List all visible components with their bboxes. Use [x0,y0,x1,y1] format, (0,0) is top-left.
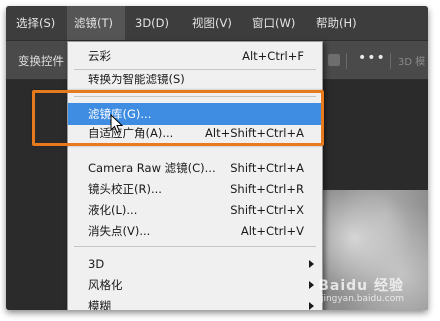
more-options-icon[interactable]: ••• [358,50,386,66]
menu-item-label: 消失点(V)... [88,224,151,238]
align-icon[interactable] [328,54,340,66]
toolbar-divider [346,53,347,69]
menu-item-shortcut: Alt+Ctrl+F [242,49,304,63]
menu-item-3d[interactable]: 3D [68,254,322,274]
menu-bar: 选择(S) 滤镜(T) 3D(D) 视图(V) 窗口(W) 帮助(H) [6,6,428,41]
menu-filter[interactable]: 滤镜(T) [67,6,125,40]
menu-item-vanishing-point[interactable]: 消失点(V)... Alt+Ctrl+V [68,221,322,241]
watermark-brand: Baidu 经验 [318,278,404,294]
menu-item-label: 液化(L)... [88,203,138,217]
menu-item-shortcut: Shift+Ctrl+A [230,161,304,175]
menu-view[interactable]: 视图(V) [192,6,232,40]
baidu-jingyan-watermark: Baidu 经验 jingyan.baidu.com [318,278,404,304]
menu-item-label: 镜头校正(R)... [88,182,162,196]
menu-item-camera-raw[interactable]: Camera Raw 滤镜(C)... Shift+Ctrl+A [68,158,322,178]
filter-menu-dropdown: 云彩 Alt+Ctrl+F 转换为智能滤镜(S) 滤镜库(G)... 自适应广角… [67,41,323,310]
menu-item-stylize[interactable]: 风格化 [68,275,322,295]
menu-separator [74,69,316,70]
3d-mode-button[interactable]: 3D 模 [398,53,425,68]
menu-item-clouds[interactable]: 云彩 Alt+Ctrl+F [68,46,322,66]
menu-item-convert-smart-filter[interactable]: 转换为智能滤镜(S) [68,74,322,88]
menu-item-label: 模糊 [88,299,111,310]
transform-controls-label[interactable]: 变换控件 [18,53,64,69]
mouse-pointer-icon [110,114,124,134]
menu-item-label: 风格化 [88,278,123,292]
menu-item-blur[interactable]: 模糊 [68,296,322,310]
menu-item-shortcut: Shift+Ctrl+R [230,182,304,196]
menu-select[interactable]: 选择(S) [16,6,55,40]
menu-3d[interactable]: 3D(D) [135,6,169,40]
watermark-url: jingyan.baidu.com [320,294,404,304]
menu-separator [74,246,316,247]
menu-item-label: 云彩 [88,49,111,63]
menu-item-shortcut: Alt+Ctrl+V [240,224,304,238]
submenu-arrow-icon [309,302,314,310]
menu-item-label: 转换为智能滤镜(S) [88,74,185,86]
toolbar-divider [390,53,391,69]
submenu-arrow-icon [309,260,314,268]
orange-highlight-annotation [32,90,324,146]
menu-window[interactable]: 窗口(W) [252,6,295,40]
photoshop-window: 选择(S) 滤镜(T) 3D(D) 视图(V) 窗口(W) 帮助(H) 变换控件… [6,6,428,310]
menu-item-shortcut: Shift+Ctrl+X [230,203,304,217]
menu-item-label: 3D [88,257,105,271]
menu-item-liquify[interactable]: 液化(L)... Shift+Ctrl+X [68,200,322,220]
menu-item-lens-correction[interactable]: 镜头校正(R)... Shift+Ctrl+R [68,179,322,199]
submenu-arrow-icon [309,281,314,289]
menu-item-label: Camera Raw 滤镜(C)... [88,161,216,175]
menu-help[interactable]: 帮助(H) [316,6,357,40]
